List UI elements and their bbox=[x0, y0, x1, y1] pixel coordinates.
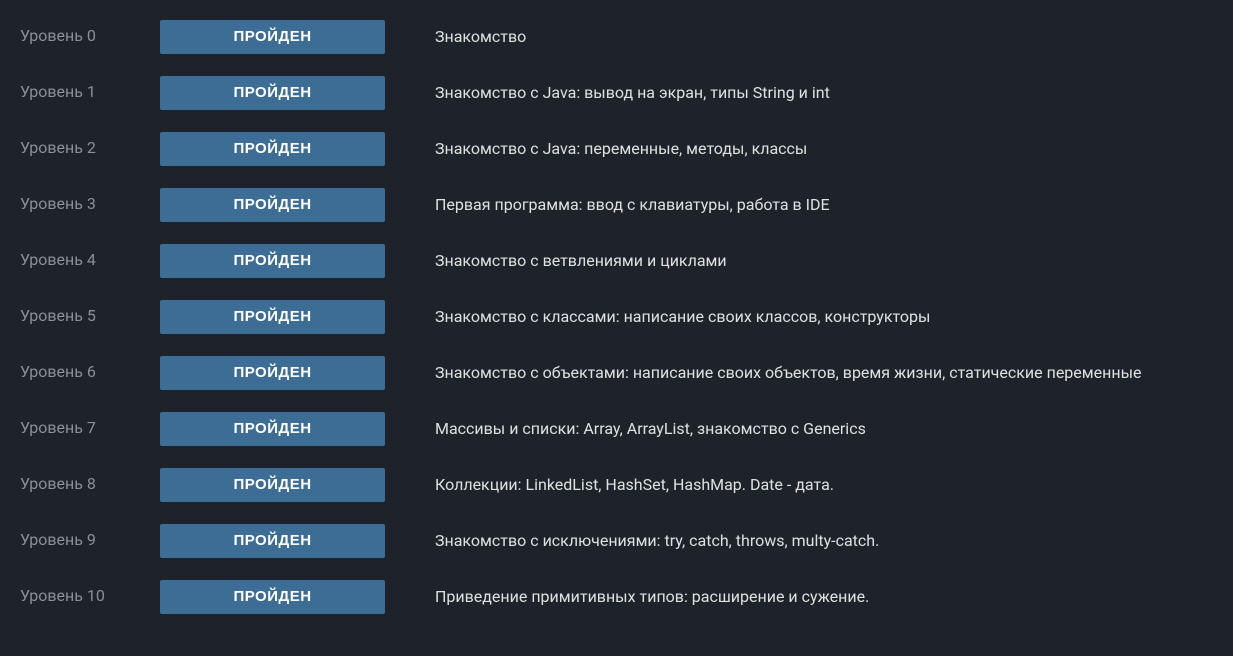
level-row: Уровень 1 ПРОЙДЕН Знакомство с Java: выв… bbox=[20, 76, 1213, 110]
level-description: Знакомство с Java: переменные, методы, к… bbox=[435, 132, 1213, 161]
level-row: Уровень 7 ПРОЙДЕН Массивы и списки: Arra… bbox=[20, 412, 1213, 446]
level-label: Уровень 7 bbox=[20, 412, 160, 437]
status-button-level-5[interactable]: ПРОЙДЕН bbox=[160, 300, 385, 334]
level-label: Уровень 4 bbox=[20, 244, 160, 269]
level-description: Приведение примитивных типов: расширение… bbox=[435, 580, 1213, 609]
status-button-level-7[interactable]: ПРОЙДЕН bbox=[160, 412, 385, 446]
level-label: Уровень 6 bbox=[20, 356, 160, 381]
level-label: Уровень 5 bbox=[20, 300, 160, 325]
level-label: Уровень 3 bbox=[20, 188, 160, 213]
level-description: Первая программа: ввод с клавиатуры, раб… bbox=[435, 188, 1213, 217]
levels-list: Уровень 0 ПРОЙДЕН Знакомство Уровень 1 П… bbox=[20, 20, 1213, 614]
level-row: Уровень 4 ПРОЙДЕН Знакомство с ветвления… bbox=[20, 244, 1213, 278]
status-button-level-3[interactable]: ПРОЙДЕН bbox=[160, 188, 385, 222]
status-button-level-1[interactable]: ПРОЙДЕН bbox=[160, 76, 385, 110]
status-button-level-4[interactable]: ПРОЙДЕН bbox=[160, 244, 385, 278]
level-row: Уровень 3 ПРОЙДЕН Первая программа: ввод… bbox=[20, 188, 1213, 222]
level-label: Уровень 9 bbox=[20, 524, 160, 549]
level-row: Уровень 6 ПРОЙДЕН Знакомство с объектами… bbox=[20, 356, 1213, 390]
level-description: Массивы и списки: Array, ArrayList, знак… bbox=[435, 412, 1213, 441]
level-row: Уровень 0 ПРОЙДЕН Знакомство bbox=[20, 20, 1213, 54]
level-row: Уровень 5 ПРОЙДЕН Знакомство с классами:… bbox=[20, 300, 1213, 334]
level-description: Знакомство с исключениями: try, catch, t… bbox=[435, 524, 1213, 553]
level-description: Коллекции: LinkedList, HashSet, HashMap.… bbox=[435, 468, 1213, 497]
level-description: Знакомство bbox=[435, 20, 1213, 49]
level-label: Уровень 10 bbox=[20, 580, 160, 605]
level-row: Уровень 8 ПРОЙДЕН Коллекции: LinkedList,… bbox=[20, 468, 1213, 502]
level-row: Уровень 2 ПРОЙДЕН Знакомство с Java: пер… bbox=[20, 132, 1213, 166]
status-button-level-10[interactable]: ПРОЙДЕН bbox=[160, 580, 385, 614]
status-button-level-0[interactable]: ПРОЙДЕН bbox=[160, 20, 385, 54]
level-label: Уровень 2 bbox=[20, 132, 160, 157]
level-label: Уровень 0 bbox=[20, 20, 160, 45]
status-button-level-8[interactable]: ПРОЙДЕН bbox=[160, 468, 385, 502]
level-description: Знакомство с ветвлениями и циклами bbox=[435, 244, 1213, 273]
level-label: Уровень 8 bbox=[20, 468, 160, 493]
status-button-level-9[interactable]: ПРОЙДЕН bbox=[160, 524, 385, 558]
level-row: Уровень 10 ПРОЙДЕН Приведение примитивны… bbox=[20, 580, 1213, 614]
status-button-level-6[interactable]: ПРОЙДЕН bbox=[160, 356, 385, 390]
level-label: Уровень 1 bbox=[20, 76, 160, 101]
level-description: Знакомство с Java: вывод на экран, типы … bbox=[435, 76, 1213, 105]
status-button-level-2[interactable]: ПРОЙДЕН bbox=[160, 132, 385, 166]
level-description: Знакомство с объектами: написание своих … bbox=[435, 356, 1213, 385]
level-description: Знакомство с классами: написание своих к… bbox=[435, 300, 1213, 329]
level-row: Уровень 9 ПРОЙДЕН Знакомство с исключени… bbox=[20, 524, 1213, 558]
